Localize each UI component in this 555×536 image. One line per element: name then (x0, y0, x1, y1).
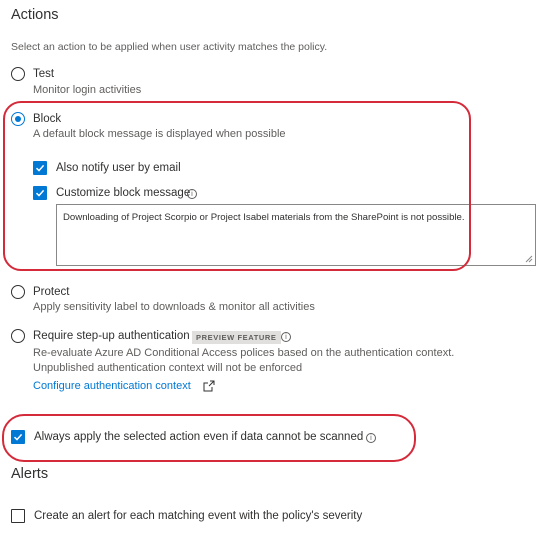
create-alert-label[interactable]: Create an alert for each matching event … (34, 510, 362, 522)
test-radio[interactable] (11, 67, 25, 81)
resize-grip-icon[interactable] (525, 255, 533, 263)
stepup-label[interactable]: Require step-up authentication (33, 330, 190, 342)
always-apply-highlight-ellipse (2, 414, 416, 462)
actions-heading: Actions (11, 7, 59, 23)
preview-feature-badge: PREVIEW FEATURE (192, 331, 281, 344)
protect-sub: Apply sensitivity label to downloads & m… (33, 301, 315, 313)
info-icon[interactable]: i (281, 332, 291, 342)
stepup-radio[interactable] (11, 329, 25, 343)
protect-radio[interactable] (11, 285, 25, 299)
test-label[interactable]: Test (33, 68, 54, 80)
test-sub: Monitor login activities (33, 84, 142, 96)
external-link-icon[interactable] (203, 380, 215, 392)
create-alert-checkbox[interactable] (11, 509, 25, 523)
stepup-line2: Unpublished authentication context will … (33, 362, 303, 374)
alerts-heading: Alerts (11, 466, 49, 482)
protect-label[interactable]: Protect (33, 286, 69, 298)
stepup-line1: Re-evaluate Azure AD Conditional Access … (33, 347, 455, 359)
configure-auth-context-link[interactable]: Configure authentication context (33, 380, 191, 392)
block-highlight-ellipse (3, 101, 471, 271)
actions-description: Select an action to be applied when user… (11, 41, 328, 53)
